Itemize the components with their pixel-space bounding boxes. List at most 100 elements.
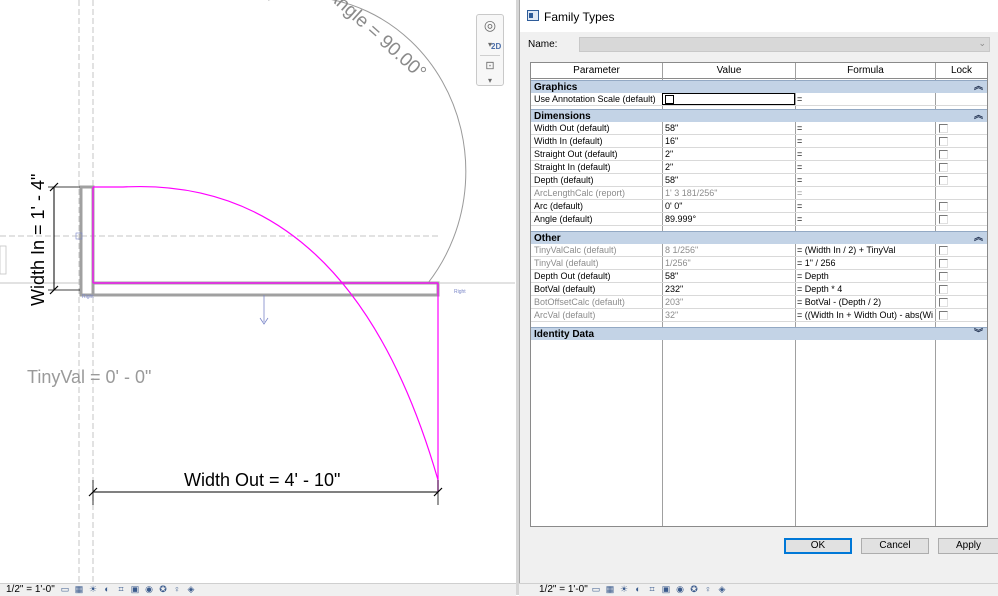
lock-checkbox[interactable]: [939, 163, 948, 172]
formula-cell[interactable]: = ((Width In + Width Out) - abs(Wi: [797, 309, 933, 321]
crop-region-icon[interactable]: ▣: [130, 585, 140, 594]
value-cell[interactable]: 58": [665, 122, 793, 134]
formula-cell[interactable]: =: [797, 174, 933, 186]
lightbulb-icon[interactable]: ♀: [703, 585, 713, 594]
value-cell[interactable]: 58": [665, 174, 793, 186]
formula-cell[interactable]: =: [797, 161, 933, 173]
ok-button[interactable]: OK: [784, 538, 852, 554]
formula-cell[interactable]: =: [797, 200, 933, 212]
formula-cell[interactable]: =: [797, 93, 933, 105]
table-row[interactable]: Width In (default) 16" =: [531, 135, 987, 148]
formula-cell[interactable]: =: [797, 148, 933, 160]
lightbulb-icon[interactable]: ♀: [172, 585, 182, 594]
lock-checkbox[interactable]: [939, 311, 948, 320]
table-row[interactable]: BotOffsetCalc (default) 203" = BotVal - …: [531, 296, 987, 309]
drawing-view[interactable]: Right Right Angle = 90.00° Width In = 1'…: [0, 0, 516, 583]
shadows-icon[interactable]: ◐: [102, 585, 112, 594]
table-row[interactable]: Depth (default) 58" =: [531, 174, 987, 187]
value-checkbox-field[interactable]: [662, 93, 795, 105]
table-row[interactable]: Straight In (default) 2" =: [531, 161, 987, 174]
group-header-dimensions[interactable]: Dimensions ︽: [531, 109, 987, 122]
visual-style-icon[interactable]: ▦: [605, 585, 615, 594]
sun-path-icon[interactable]: ☀: [88, 585, 98, 594]
table-row[interactable]: Arc (default) 0' 0" =: [531, 200, 987, 213]
lock-checkbox[interactable]: [939, 259, 948, 268]
view-cube-icon[interactable]: ◎: [482, 17, 498, 33]
lock-checkbox[interactable]: [939, 246, 948, 255]
lock-checkbox[interactable]: [939, 215, 948, 224]
parameters-grid[interactable]: Parameter Value Formula Lock Graphics ︽ …: [530, 62, 988, 527]
formula-cell[interactable]: = (Width In / 2) + TinyVal: [797, 244, 933, 256]
table-row[interactable]: Straight Out (default) 2" =: [531, 148, 987, 161]
formula-cell[interactable]: = 1" / 256: [797, 257, 933, 269]
column-header-formula[interactable]: Formula: [796, 63, 935, 79]
reveal-hidden-icon[interactable]: ✪: [689, 585, 699, 594]
apply-button[interactable]: Apply: [938, 538, 998, 554]
view-scale-label[interactable]: 1/2" = 1'-0": [539, 584, 588, 596]
table-row[interactable]: Use Annotation Scale (default) =: [531, 93, 987, 106]
formula-cell[interactable]: =: [797, 122, 933, 134]
shadows-icon[interactable]: ◐: [633, 585, 643, 594]
lock-checkbox[interactable]: [939, 124, 948, 133]
detail-level-icon[interactable]: ▭: [60, 585, 70, 594]
table-row[interactable]: ArcVal (default) 32" = ((Width In + Widt…: [531, 309, 987, 322]
width-in-dimension-text[interactable]: Width In = 1' - 4": [28, 174, 48, 306]
collapse-icon[interactable]: ︽: [974, 231, 983, 244]
cancel-button[interactable]: Cancel: [861, 538, 929, 554]
column-header-value[interactable]: Value: [663, 63, 795, 79]
sun-path-icon[interactable]: ☀: [619, 585, 629, 594]
zoom-region-icon[interactable]: ⊡: [482, 58, 498, 74]
group-header-graphics[interactable]: Graphics ︽: [531, 80, 987, 93]
lock-checkbox[interactable]: [939, 298, 948, 307]
temporary-hide-icon[interactable]: ◉: [144, 585, 154, 594]
lock-checkbox[interactable]: [939, 202, 948, 211]
group-header-identity-data[interactable]: Identity Data ︾: [531, 327, 987, 340]
table-row[interactable]: TinyValCalc (default) 8 1/256" = (Width …: [531, 244, 987, 257]
value-cell[interactable]: 0' 0": [665, 200, 793, 212]
chevron-down-icon[interactable]: ▾: [482, 37, 498, 53]
view-scale-label[interactable]: 1/2" = 1'-0": [6, 584, 55, 596]
lock-checkbox[interactable]: [939, 272, 948, 281]
navigation-bar[interactable]: ◎ 2D ▾ ⊡ ▾: [476, 14, 504, 86]
formula-cell[interactable]: =: [797, 187, 933, 199]
table-row[interactable]: Width Out (default) 58" =: [531, 122, 987, 135]
value-cell[interactable]: 16": [665, 135, 793, 147]
checkbox[interactable]: [665, 95, 674, 104]
crop-view-icon[interactable]: ⌗: [647, 585, 657, 594]
lock-checkbox[interactable]: [939, 285, 948, 294]
temporary-hide-icon[interactable]: ◉: [675, 585, 685, 594]
lock-view-icon[interactable]: ◈: [717, 585, 727, 594]
chevron-down-icon[interactable]: ▾: [482, 73, 498, 89]
value-cell[interactable]: 232": [665, 283, 793, 295]
tiny-val-dimension-text[interactable]: TinyVal = 0' - 0": [27, 367, 151, 387]
drawing-canvas[interactable]: Right Right Angle = 90.00° Width In = 1'…: [0, 0, 516, 583]
table-row[interactable]: TinyVal (default) 1/256" = 1" / 256: [531, 257, 987, 270]
expand-icon[interactable]: ︾: [974, 327, 983, 340]
value-cell[interactable]: 89.999°: [665, 213, 793, 225]
formula-cell[interactable]: = BotVal - (Depth / 2): [797, 296, 933, 308]
crop-view-icon[interactable]: ⌗: [116, 585, 126, 594]
value-cell[interactable]: 2": [665, 148, 793, 160]
column-header-parameter[interactable]: Parameter: [531, 63, 662, 79]
value-cell[interactable]: 2": [665, 161, 793, 173]
lock-view-icon[interactable]: ◈: [186, 585, 196, 594]
lock-checkbox[interactable]: [939, 137, 948, 146]
collapse-icon[interactable]: ︽: [974, 80, 983, 93]
detail-level-icon[interactable]: ▭: [591, 585, 601, 594]
formula-cell[interactable]: = Depth: [797, 270, 933, 282]
table-row[interactable]: Angle (default) 89.999° =: [531, 213, 987, 226]
reveal-hidden-icon[interactable]: ✪: [158, 585, 168, 594]
lock-checkbox[interactable]: [939, 150, 948, 159]
name-dropdown[interactable]: ⌄: [579, 37, 990, 52]
formula-cell[interactable]: = Depth * 4: [797, 283, 933, 295]
value-cell[interactable]: 58": [665, 270, 793, 282]
dialog-titlebar[interactable]: Family Types: [520, 0, 998, 32]
group-header-other[interactable]: Other ︽: [531, 231, 987, 244]
formula-cell[interactable]: =: [797, 213, 933, 225]
angle-dimension-text[interactable]: Angle = 90.00°: [323, 0, 430, 84]
collapse-icon[interactable]: ︽: [974, 109, 983, 122]
lock-checkbox[interactable]: [939, 176, 948, 185]
table-row[interactable]: Depth Out (default) 58" = Depth: [531, 270, 987, 283]
formula-cell[interactable]: =: [797, 135, 933, 147]
width-out-dimension-text[interactable]: Width Out = 4' - 10": [184, 470, 340, 490]
